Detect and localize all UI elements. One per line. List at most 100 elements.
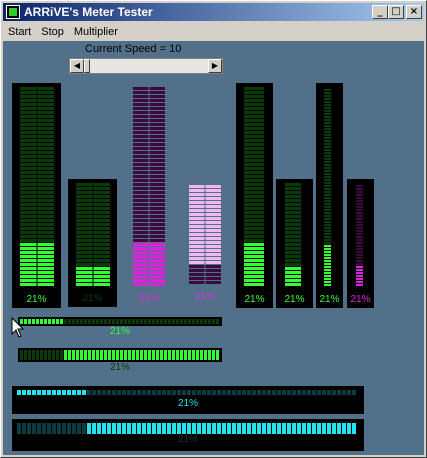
maximize-button[interactable]: □	[388, 5, 404, 19]
meter-segment	[285, 199, 301, 202]
meter-segment	[20, 147, 37, 150]
meter-segment	[133, 219, 149, 222]
meter-segment	[62, 390, 66, 395]
meter-segment	[76, 279, 93, 282]
meter-segment	[76, 263, 93, 266]
scroll-right-arrow-icon[interactable]: ▶	[208, 59, 222, 73]
meter-segment	[37, 423, 41, 434]
meter-segment	[93, 191, 110, 194]
meter-segment	[37, 195, 54, 198]
meter-segment	[162, 390, 166, 395]
meter-segment	[205, 189, 221, 192]
meter-segment	[76, 319, 79, 324]
meter-segment	[117, 423, 121, 434]
meter-segment	[324, 173, 331, 175]
minimize-button[interactable]: _	[372, 5, 388, 19]
meter-segment	[37, 263, 54, 266]
meter-segment	[84, 319, 87, 324]
meter-segment	[205, 217, 221, 220]
meter-segment	[133, 207, 149, 210]
title-bar[interactable]: ARRiVE's Meter Tester _ □ ×	[3, 3, 424, 21]
meter-segment	[132, 423, 136, 434]
meter-segment	[244, 151, 264, 154]
meter-segment	[93, 207, 110, 210]
meter-segment	[244, 207, 264, 210]
meter-segment	[149, 231, 165, 234]
meter-segment	[48, 319, 51, 324]
scroll-left-arrow-icon[interactable]: ◀	[70, 59, 84, 73]
meter-segment	[189, 269, 205, 272]
meter-segment	[324, 221, 331, 223]
meter-green-mid: 21%	[68, 179, 117, 307]
meter-segment	[205, 237, 221, 240]
meter-segment	[356, 233, 363, 235]
meter-segment	[76, 191, 93, 194]
meter-segment	[324, 122, 331, 124]
meter-segment	[324, 185, 331, 187]
menu-multiplier[interactable]: Multiplier	[69, 26, 123, 38]
meter-segment	[20, 215, 37, 218]
meter-segment	[36, 350, 39, 360]
meter-segment	[20, 159, 37, 162]
meter-segment	[327, 390, 331, 395]
meter-segment	[197, 390, 201, 395]
meter-segment	[156, 319, 159, 324]
meter-segment	[152, 390, 156, 395]
meter-segment	[93, 187, 110, 190]
meter-segment	[20, 203, 37, 206]
speed-slider[interactable]: ◀ ▶	[69, 58, 223, 74]
meter-segment	[37, 87, 54, 90]
meter-segment	[112, 390, 116, 395]
meter-segment	[189, 221, 205, 224]
meter-segment	[244, 163, 264, 166]
meter-segment	[189, 209, 205, 212]
meter-segment	[93, 259, 110, 262]
meter-segment	[257, 423, 261, 434]
meter-segment	[227, 390, 231, 395]
meter-segment	[244, 127, 264, 130]
meter-segment	[133, 275, 149, 278]
meter-segment	[76, 211, 93, 214]
meter-segment	[82, 423, 86, 434]
meter-segment	[149, 243, 165, 246]
meter-segment	[76, 183, 93, 186]
meter-segment	[285, 219, 301, 222]
meter-segment	[93, 243, 110, 246]
meter-segment	[324, 137, 331, 139]
meter-segment	[149, 171, 165, 174]
meter-segment	[324, 170, 331, 172]
meter-segment	[27, 390, 31, 395]
meter-segment	[205, 205, 221, 208]
meter-area: Current Speed = 10 ◀ ▶ 21% 21% 21% 21% 21% 21…	[3, 41, 424, 455]
meter-segment	[149, 235, 165, 238]
meter-segment	[267, 423, 271, 434]
meter-segment	[356, 230, 363, 232]
meter-segment	[133, 211, 149, 214]
meter-segment	[347, 390, 351, 395]
meter-segment	[93, 215, 110, 218]
meter-segment	[133, 195, 149, 198]
meter-segment	[197, 423, 201, 434]
menu-stop[interactable]: Stop	[36, 26, 69, 38]
meter-segment	[24, 350, 27, 360]
close-button[interactable]: ×	[406, 5, 422, 19]
meter-segment	[162, 423, 166, 434]
meter-segment	[133, 115, 149, 118]
meter-segment	[149, 275, 165, 278]
meter-segment	[20, 211, 37, 214]
meter-segment	[122, 390, 126, 395]
meter-segment	[324, 266, 331, 268]
menu-start[interactable]: Start	[3, 26, 36, 38]
meter-segment	[285, 207, 301, 210]
meter-segment	[324, 125, 331, 127]
meter-segment	[76, 259, 93, 262]
meter-segment	[177, 390, 181, 395]
meter-segment	[108, 350, 111, 360]
meter-segment	[37, 147, 54, 150]
meter-segment	[287, 390, 291, 395]
meter-segment	[356, 224, 363, 226]
meter-segment	[76, 199, 93, 202]
slider-thumb[interactable]	[84, 59, 90, 73]
meter-segment	[142, 423, 146, 434]
meter-segment	[20, 227, 37, 230]
